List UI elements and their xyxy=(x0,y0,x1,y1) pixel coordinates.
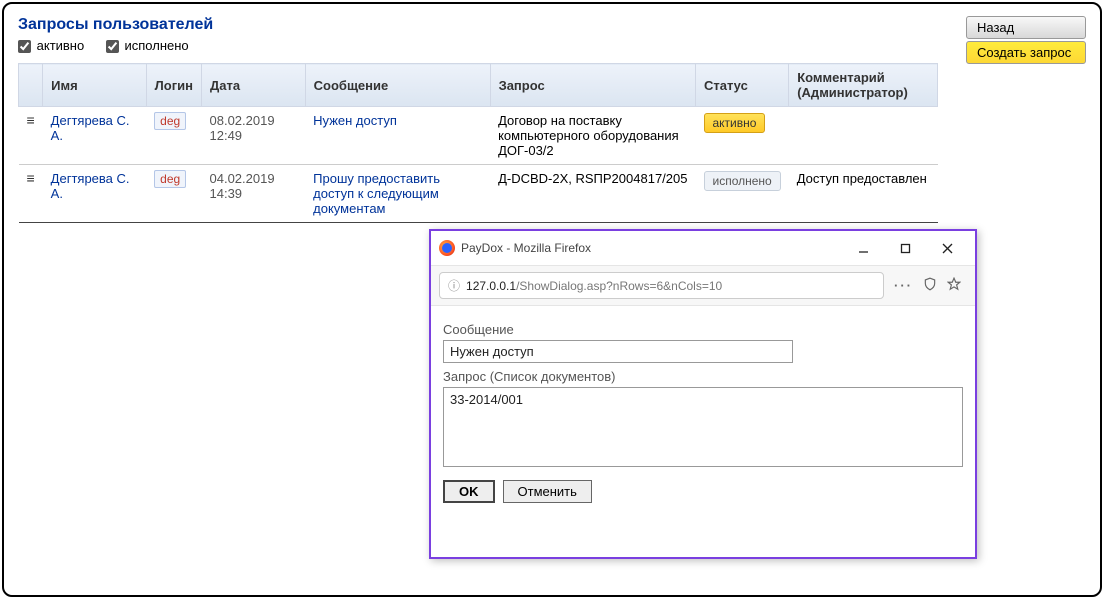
table-row: ≡ Дегтярева С. А. deg 04.02.2019 14:39 Прошу… xyxy=(19,165,938,223)
window-maximize-button[interactable] xyxy=(885,237,925,259)
url-input[interactable]: ⓘ 127.0.0.1/ShowDialog.asp?nRows=6&nCols… xyxy=(439,272,884,299)
row-status-badge: исполнено xyxy=(704,171,781,191)
firefox-icon xyxy=(439,240,455,256)
info-icon[interactable]: ⓘ xyxy=(448,277,460,294)
table-header-request[interactable]: Запрос xyxy=(490,64,695,107)
url-path: /ShowDialog.asp?nRows=6&nCols=10 xyxy=(516,279,722,293)
row-name[interactable]: Дегтярева С. А. xyxy=(51,113,130,143)
create-request-button[interactable]: Создать запрос xyxy=(966,41,1086,64)
more-icon[interactable]: ··· xyxy=(894,278,913,293)
row-menu-icon[interactable]: ≡ xyxy=(27,170,35,186)
page-title: Запросы пользователей xyxy=(18,16,1086,34)
app-frame: Назад Создать запрос Запросы пользовател… xyxy=(2,2,1102,597)
filter-done-checkbox[interactable] xyxy=(106,40,119,53)
message-field-label: Сообщение xyxy=(443,322,963,337)
row-date: 08.02.2019 12:49 xyxy=(210,113,275,143)
row-message[interactable]: Прошу предоставить доступ к следующим до… xyxy=(313,171,440,216)
filters: активно исполнено xyxy=(18,38,1086,53)
row-status-badge: активно xyxy=(704,113,766,133)
row-name[interactable]: Дегтярева С. А. xyxy=(51,171,130,201)
back-button[interactable]: Назад xyxy=(966,16,1086,39)
table-header-comment[interactable]: Комментарий (Администратор) xyxy=(789,64,938,107)
row-request: Д-DCBD-2X, RSПР2004817/205 xyxy=(498,171,687,186)
filter-active-checkbox[interactable] xyxy=(18,40,31,53)
dialog-titlebar[interactable]: PayDox - Mozilla Firefox xyxy=(431,231,975,266)
row-request: Договор на поставку компьютерного оборуд… xyxy=(498,113,679,158)
requests-table: Имя Логин Дата Сообщение Запрос Статус К… xyxy=(18,63,938,223)
shield-icon[interactable] xyxy=(923,277,937,294)
bookmark-star-icon[interactable] xyxy=(947,277,961,294)
row-date: 04.02.2019 14:39 xyxy=(210,171,275,201)
ok-button[interactable]: OK xyxy=(443,480,495,503)
request-field-label: Запрос (Список документов) xyxy=(443,369,963,384)
message-input[interactable] xyxy=(443,340,793,363)
row-login-badge[interactable]: deg xyxy=(154,170,186,188)
url-bar: ⓘ 127.0.0.1/ShowDialog.asp?nRows=6&nCols… xyxy=(431,266,975,306)
filter-done[interactable]: исполнено xyxy=(106,38,189,53)
filter-active-label: активно xyxy=(37,38,85,53)
dialog-window-title: PayDox - Mozilla Firefox xyxy=(461,241,591,255)
table-header-login[interactable]: Логин xyxy=(146,64,201,107)
filter-active[interactable]: активно xyxy=(18,38,88,53)
row-message[interactable]: Нужен доступ xyxy=(313,113,397,128)
row-menu-icon[interactable]: ≡ xyxy=(27,112,35,128)
row-login-badge[interactable]: deg xyxy=(154,112,186,130)
table-header-status[interactable]: Статус xyxy=(696,64,789,107)
window-close-button[interactable] xyxy=(927,237,967,259)
cancel-button[interactable]: Отменить xyxy=(503,480,592,503)
table-header-message[interactable]: Сообщение xyxy=(305,64,490,107)
table-header-icon xyxy=(19,64,43,107)
table-header-date[interactable]: Дата xyxy=(202,64,306,107)
table-header-name[interactable]: Имя xyxy=(43,64,147,107)
window-minimize-button[interactable] xyxy=(843,237,883,259)
create-request-dialog: PayDox - Mozilla Firefox ⓘ 127.0.0.1/Sho… xyxy=(429,229,977,559)
request-textarea[interactable] xyxy=(443,387,963,467)
table-row: ≡ Дегтярева С. А. deg 08.02.2019 12:49 Нужен… xyxy=(19,107,938,165)
url-host: 127.0.0.1 xyxy=(466,279,516,293)
row-comment: Доступ предоставлен xyxy=(797,171,927,186)
filter-done-label: исполнено xyxy=(124,38,188,53)
